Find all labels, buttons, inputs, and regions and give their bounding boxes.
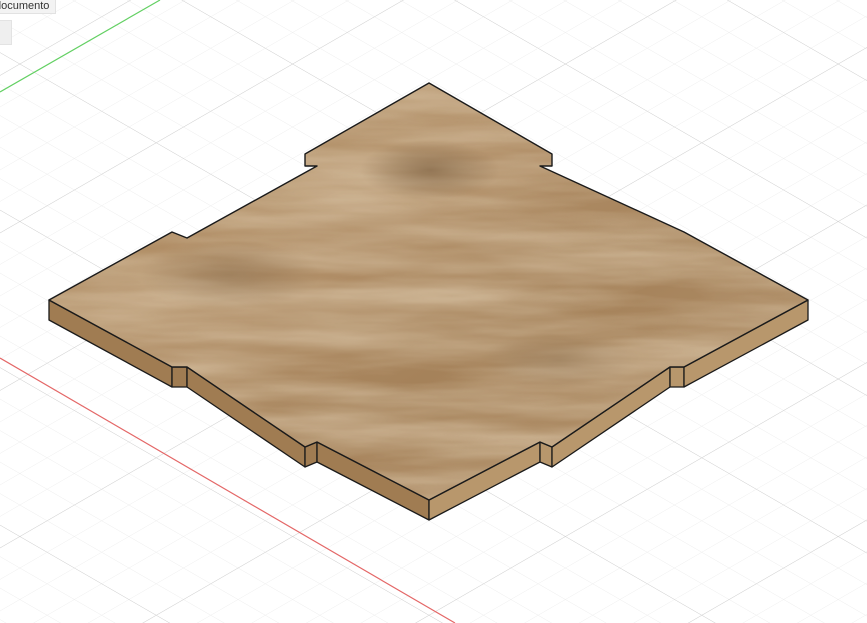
document-tab-label: documento <box>0 0 50 12</box>
document-tab[interactable]: documento <box>0 0 57 14</box>
3d-viewport[interactable]: documento <box>0 0 867 623</box>
plate-side-face[interactable] <box>669 366 685 388</box>
plate-side-face[interactable] <box>171 366 188 388</box>
document-side-panel-handle[interactable] <box>0 20 12 45</box>
scene-canvas[interactable] <box>0 0 867 623</box>
